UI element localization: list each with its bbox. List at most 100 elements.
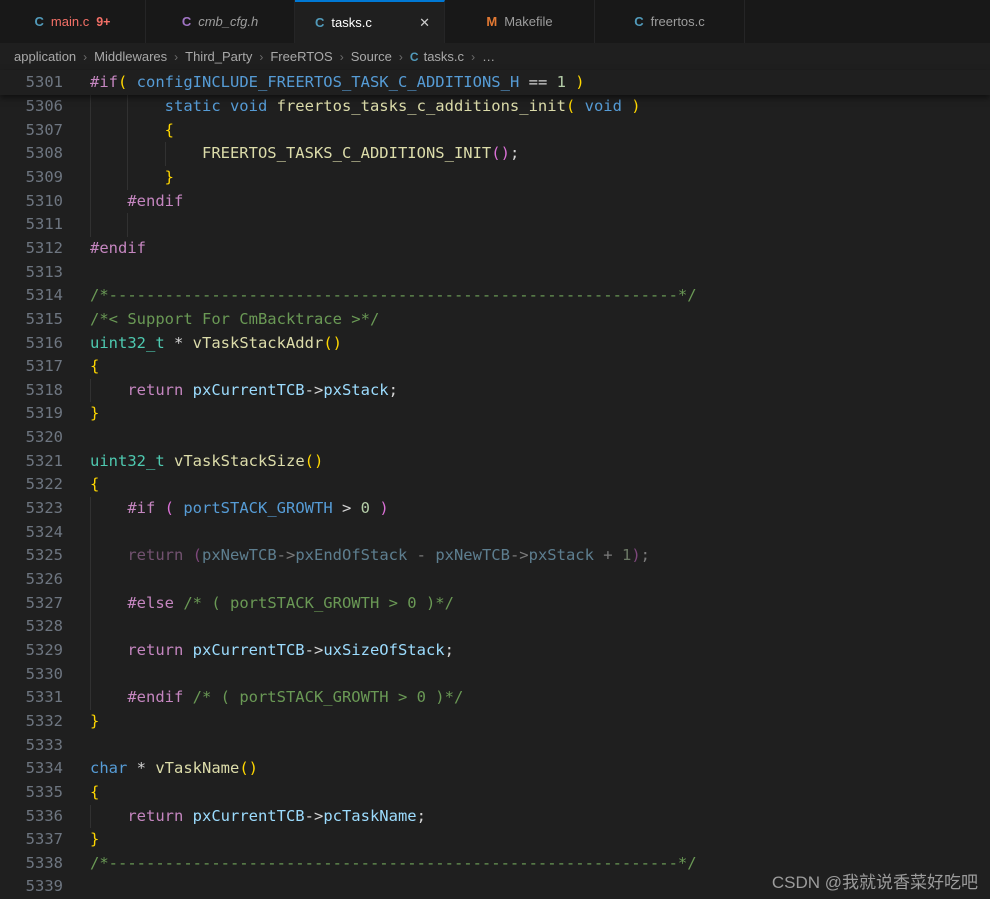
code-line-5332[interactable]: 5332}: [0, 710, 990, 734]
code-line-5331[interactable]: 5331 #endif /* ( portSTACK_GROWTH > 0 )*…: [0, 686, 990, 710]
token-b1: ): [631, 97, 641, 115]
code-text: #if( configINCLUDE_FREERTOS_TASK_C_ADDIT…: [90, 70, 585, 95]
code-line-5335[interactable]: 5335 {: [0, 781, 990, 805]
code-line-5319[interactable]: 5319}: [0, 402, 990, 426]
tab-main-c[interactable]: Cmain.c 9+: [0, 0, 146, 43]
line-number: 5325: [25, 546, 63, 565]
code-line-5317[interactable]: 5317 {: [0, 355, 990, 379]
code-line-5308[interactable]: 5308 FREERTOS_TASKS_C_ADDITIONS_INIT();: [0, 142, 990, 166]
code-text: {: [90, 475, 99, 493]
token-fn: freertos_tasks_c_additions_init: [276, 97, 566, 115]
code-line-5324[interactable]: 5324: [0, 520, 990, 545]
breadcrumb-label: tasks.c: [423, 49, 465, 64]
code-line-5318[interactable]: 5318 return pxCurrentTCB->pxStack;: [0, 378, 990, 403]
line-number: 5308: [25, 144, 63, 163]
code-line-5320[interactable]: 5320: [0, 426, 990, 450]
breadcrumb-item-tasks-c[interactable]: Ctasks.c: [410, 49, 464, 64]
line-number: 5309: [25, 167, 63, 186]
line-number: 5329: [25, 640, 63, 659]
indent-guide: [90, 142, 91, 166]
code-line-5306[interactable]: 5306 static void freertos_tasks_c_additi…: [0, 95, 990, 119]
token-b1: (: [565, 97, 576, 115]
token-b2: (): [491, 144, 510, 163]
code-line-5329[interactable]: 5329 return pxCurrentTCB->uxSizeOfStack;: [0, 638, 990, 663]
indent-guide: [90, 95, 91, 119]
breadcrumb-item-middlewares[interactable]: Middlewares: [94, 49, 167, 64]
code-text: #endif /* ( portSTACK_GROWTH > 0 )*/: [90, 688, 463, 706]
line-number: 5310: [25, 191, 63, 210]
line-number: 5314: [25, 286, 63, 305]
code-line-5327[interactable]: 5327 #else /* ( portSTACK_GROWTH > 0 )*/: [0, 591, 990, 616]
code-line-5330[interactable]: 5330: [0, 662, 990, 687]
tab-label: main.c: [50, 14, 90, 29]
token-fg: ->: [304, 380, 324, 399]
token-b2: (: [192, 546, 202, 565]
code-line-5311[interactable]: 5311: [0, 213, 990, 237]
indent-guide: [90, 804, 91, 829]
token-fg: ;: [640, 546, 650, 565]
token-com: /*--------------------------------------…: [90, 286, 697, 305]
code-line-5326[interactable]: 5326: [0, 568, 990, 592]
token-ctrl: return: [90, 806, 193, 825]
line-number: 5323: [25, 499, 63, 518]
indent-guide: [127, 95, 129, 119]
token-kw: char: [90, 759, 128, 778]
code-text: FREERTOS_TASKS_C_ADDITIONS_INIT();: [90, 144, 519, 162]
chevron-right-icon: ›: [174, 49, 179, 64]
code-line-5337[interactable]: 5337}: [0, 828, 990, 852]
code-line-5315[interactable]: 5315 /*< Support For CmBacktrace >*/: [0, 308, 990, 332]
breadcrumb-item-application[interactable]: application: [14, 49, 76, 64]
tab-tasks-c[interactable]: Ctasks.c ✕: [295, 0, 445, 43]
code-line-5307[interactable]: 5307 {: [0, 118, 990, 143]
code-text: #if ( portSTACK_GROWTH > 0 ): [90, 499, 388, 518]
code-line-5312[interactable]: 5312 #endif: [0, 237, 990, 261]
code-line-5325[interactable]: 5325 return (pxNewTCB->pxEndOfStack - px…: [0, 544, 990, 568]
line-number: 5326: [25, 570, 63, 588]
code-line-5333[interactable]: 5333: [0, 734, 990, 758]
tab-cmb-cfg-h[interactable]: Ccmb_cfg.h: [146, 0, 295, 43]
close-icon[interactable]: ✕: [419, 15, 444, 31]
code-text: return (pxNewTCB->pxEndOfStack - pxNewTC…: [90, 546, 650, 564]
code-text: }: [90, 168, 174, 186]
token-kw: portSTACK_GROWTH: [183, 499, 333, 518]
token-num: 1: [556, 73, 566, 91]
code-line-5323[interactable]: 5323 #if ( portSTACK_GROWTH > 0 ): [0, 497, 990, 521]
breadcrumb-label: Third_Party: [185, 49, 253, 64]
line-number: 5312: [25, 238, 63, 257]
code-line-5314[interactable]: 5314 /*----------------------------------…: [0, 284, 990, 308]
line-number: 5307: [25, 120, 63, 139]
makefile-icon: M: [486, 14, 498, 29]
line-number: 5316: [25, 333, 63, 352]
code-line-5310[interactable]: 5310 #endif: [0, 189, 990, 214]
code-line-5309[interactable]: 5309 }: [0, 165, 990, 190]
breadcrumb-label: Middlewares: [94, 49, 168, 64]
code-text: }: [90, 712, 99, 730]
tab-freertos-c[interactable]: Cfreertos.c: [595, 0, 745, 43]
token-b1: ): [565, 73, 585, 91]
code-line-5322[interactable]: 5322 {: [0, 473, 990, 497]
token-b1: }: [90, 167, 174, 186]
sticky-scroll-line[interactable]: 5301 #if( configINCLUDE_FREERTOS_TASK_C_A…: [0, 70, 990, 95]
tab-makefile[interactable]: M Makefile: [445, 0, 595, 43]
code-line-5321[interactable]: 5321 uint32_t vTaskStackSize(): [0, 450, 990, 474]
indent-guide: [90, 686, 91, 710]
code-line-5336[interactable]: 5336 return pxCurrentTCB->pcTaskName;: [0, 804, 990, 829]
token-ctrl: #if: [90, 73, 118, 91]
code-line-5328[interactable]: 5328: [0, 615, 990, 639]
breadcrumb-ellipsis[interactable]: …: [482, 49, 495, 64]
token-fg: *: [127, 759, 156, 778]
token-b1: }: [90, 404, 100, 423]
indent-guide: [90, 662, 91, 687]
code-line-5334[interactable]: 5334 char * vTaskName(): [0, 757, 990, 781]
watermark: CSDN @我就说香菜好吃吧: [771, 873, 978, 892]
code-line-5316[interactable]: 5316 uint32_t * vTaskStackAddr(): [0, 332, 990, 356]
code-line-5313[interactable]: 5313: [0, 261, 990, 285]
token-var: pxCurrentTCB: [192, 806, 305, 825]
breadcrumb-item-freertos[interactable]: FreeRTOS: [270, 49, 332, 64]
breadcrumb-item-third-party[interactable]: Third_Party: [185, 49, 252, 64]
token-b2: (: [164, 499, 174, 518]
breadcrumb-item-source[interactable]: Source: [351, 49, 392, 64]
line-number: 5306: [25, 97, 63, 115]
code-text: uint32_t * vTaskStackAddr(): [90, 334, 342, 352]
token-fg: [165, 452, 174, 470]
